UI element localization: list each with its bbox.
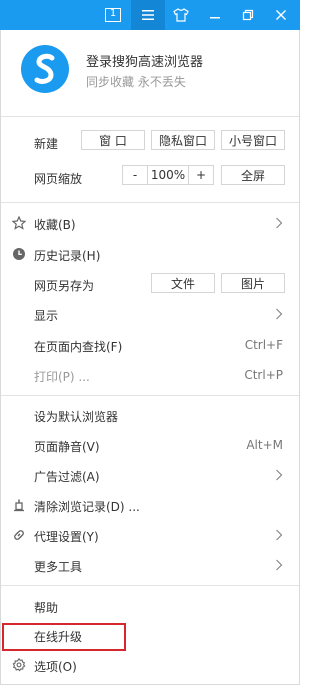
menu-item-clear-history[interactable]: 清除浏览记录(D) ... <box>1 490 299 520</box>
display-label: 显示 <box>34 309 59 323</box>
find-label: 在页面内查找(F) <box>34 340 123 354</box>
fullscreen-button[interactable]: 全屏 <box>221 165 285 185</box>
menu-item-history[interactable]: 历史记录(H) <box>1 239 299 269</box>
menu-item-options[interactable]: 选项(O) <box>1 650 299 680</box>
menu-item-display[interactable]: 显示 <box>1 299 299 329</box>
title-bar: 1 <box>0 0 300 30</box>
save-as-label: 网页另存为 <box>34 279 95 293</box>
divider <box>1 202 299 203</box>
menu-item-proxy[interactable]: 代理设置(Y) <box>1 520 299 550</box>
favorites-label: 收藏(B) <box>34 218 76 232</box>
close-icon[interactable] <box>264 0 298 30</box>
help-label: 帮助 <box>34 601 59 615</box>
menu-item-mute[interactable]: 页面静音(V) Alt+M <box>1 430 299 460</box>
find-shortcut: Ctrl+F <box>244 338 283 352</box>
chevron-right-icon <box>276 217 283 229</box>
minimize-icon[interactable] <box>198 0 232 30</box>
print-label: 打印(P) ... <box>34 370 90 384</box>
menu-icon[interactable] <box>131 0 165 30</box>
menu-item-print[interactable]: 打印(P) ... Ctrl+P <box>1 360 299 390</box>
new-label: 新建 <box>34 137 59 151</box>
main-menu-panel: 登录搜狗高速浏览器 同步收藏 永不丢失 新建 窗 口 隐私窗口 小号窗口 网页缩… <box>0 30 300 685</box>
sogou-logo-icon <box>21 45 69 93</box>
restore-icon[interactable] <box>231 0 265 30</box>
clear-history-label: 清除浏览记录(D) ... <box>34 500 140 514</box>
new-window-button[interactable]: 窗 口 <box>81 130 145 150</box>
divider <box>1 585 299 586</box>
zoom-value: 100% <box>147 165 189 185</box>
chevron-right-icon <box>276 469 283 481</box>
menu-item-favorites[interactable]: 收藏(B) <box>1 208 299 238</box>
menu-item-help[interactable]: 帮助 <box>1 591 299 621</box>
new-small-window-button[interactable]: 小号窗口 <box>221 130 285 150</box>
save-image-button[interactable]: 图片 <box>221 273 285 293</box>
chevron-right-icon <box>276 308 283 320</box>
divider <box>1 395 299 396</box>
set-default-label: 设为默认浏览器 <box>34 410 119 424</box>
proxy-label: 代理设置(Y) <box>34 530 99 544</box>
new-private-window-button[interactable]: 隐私窗口 <box>151 130 215 150</box>
star-icon <box>12 216 26 230</box>
chevron-right-icon <box>276 559 283 571</box>
divider <box>1 116 299 117</box>
badge-number: 1 <box>109 8 117 19</box>
mute-label: 页面静音(V) <box>34 440 100 454</box>
account-section[interactable]: 登录搜狗高速浏览器 同步收藏 永不丢失 <box>1 30 301 116</box>
menu-item-more-tools[interactable]: 更多工具 <box>1 550 299 580</box>
zoom-out-button[interactable]: - <box>122 165 148 185</box>
more-tools-label: 更多工具 <box>34 560 83 574</box>
history-label: 历史记录(H) <box>34 249 101 263</box>
login-subtitle: 同步收藏 永不丢失 <box>86 75 186 89</box>
mute-shortcut: Alt+M <box>246 438 283 452</box>
eraser-icon <box>14 499 24 512</box>
options-label: 选项(O) <box>34 660 77 674</box>
print-shortcut: Ctrl+P <box>244 368 283 382</box>
menu-item-find[interactable]: 在页面内查找(F) Ctrl+F <box>1 330 299 360</box>
chevron-right-icon <box>276 529 283 541</box>
gear-icon <box>12 658 26 672</box>
options-highlight-box <box>2 623 126 651</box>
skin-icon[interactable] <box>164 0 198 30</box>
menu-item-adblock[interactable]: 广告过滤(A) <box>1 460 299 490</box>
menu-item-set-default[interactable]: 设为默认浏览器 <box>1 400 299 430</box>
zoom-in-button[interactable]: + <box>188 165 214 185</box>
adblock-label: 广告过滤(A) <box>34 470 100 484</box>
one-badge-icon[interactable]: 1 <box>96 0 130 30</box>
zoom-label: 网页缩放 <box>34 172 83 186</box>
link-icon <box>14 530 24 540</box>
login-title[interactable]: 登录搜狗高速浏览器 <box>86 51 203 70</box>
clock-icon <box>13 248 25 260</box>
save-file-button[interactable]: 文件 <box>151 273 215 293</box>
